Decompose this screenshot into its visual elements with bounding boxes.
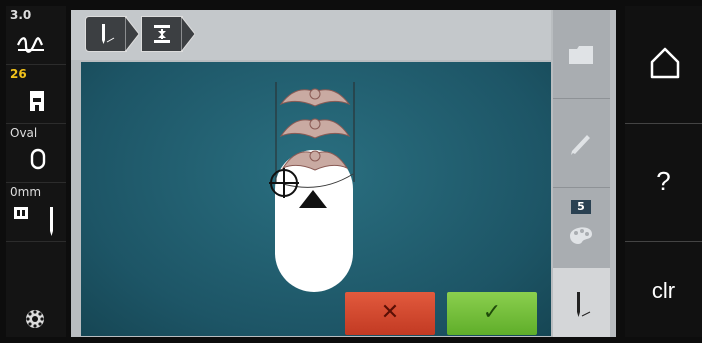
hoop-cell[interactable]: Oval xyxy=(6,124,66,183)
confirm-button[interactable]: ✓ xyxy=(447,292,537,335)
oval-hoop-icon xyxy=(30,148,46,170)
color-palette-icon xyxy=(570,227,592,244)
needle-icon xyxy=(102,24,115,44)
color-cell[interactable]: 5 xyxy=(553,188,610,268)
presser-foot-cell[interactable]: 26 xyxy=(6,65,66,124)
tab-embroidery[interactable] xyxy=(141,16,183,52)
tab-needle[interactable] xyxy=(85,16,127,52)
stitch-length-cell[interactable]: 3.0 xyxy=(6,6,66,65)
cancel-icon: ✕ xyxy=(380,300,400,325)
breadcrumb-tabs xyxy=(71,10,551,60)
check-icon: ✓ xyxy=(482,300,502,325)
ornament-motif-1 xyxy=(279,88,351,107)
folder-cell[interactable] xyxy=(553,10,610,99)
needle-plate-icon xyxy=(14,207,53,236)
ornament-motif-2 xyxy=(279,118,351,139)
edit-cell[interactable] xyxy=(553,99,610,188)
help-label: ? xyxy=(656,166,671,196)
home-icon xyxy=(650,47,680,79)
needle-settings-cell[interactable] xyxy=(553,268,610,337)
stitch-length-value: 3.0 xyxy=(10,8,32,22)
needle-position-cell[interactable]: 0mm xyxy=(6,183,66,242)
pencil-icon xyxy=(571,135,590,155)
presser-foot-icon xyxy=(30,91,44,111)
right-navigation: ? clr xyxy=(625,6,702,337)
hoop-value: Oval xyxy=(10,126,38,140)
needle-position-value: 0mm xyxy=(10,185,42,199)
tab-arrow-1 xyxy=(125,16,139,52)
cancel-button[interactable]: ✕ xyxy=(345,292,435,335)
home-button[interactable] xyxy=(625,6,702,124)
bobbin-icon[interactable] xyxy=(24,308,46,330)
tab-arrow-2 xyxy=(181,16,195,52)
left-status-bar: 3.0 26 Oval 0mm xyxy=(6,6,66,337)
embroidery-pattern-icon xyxy=(154,25,170,43)
folder-icon xyxy=(569,46,593,64)
presser-foot-value: 26 xyxy=(10,67,27,81)
needle-icon xyxy=(577,292,591,317)
stitch-icon xyxy=(16,37,44,53)
clear-label: clr xyxy=(651,278,676,303)
color-count-badge: 5 xyxy=(571,200,591,214)
